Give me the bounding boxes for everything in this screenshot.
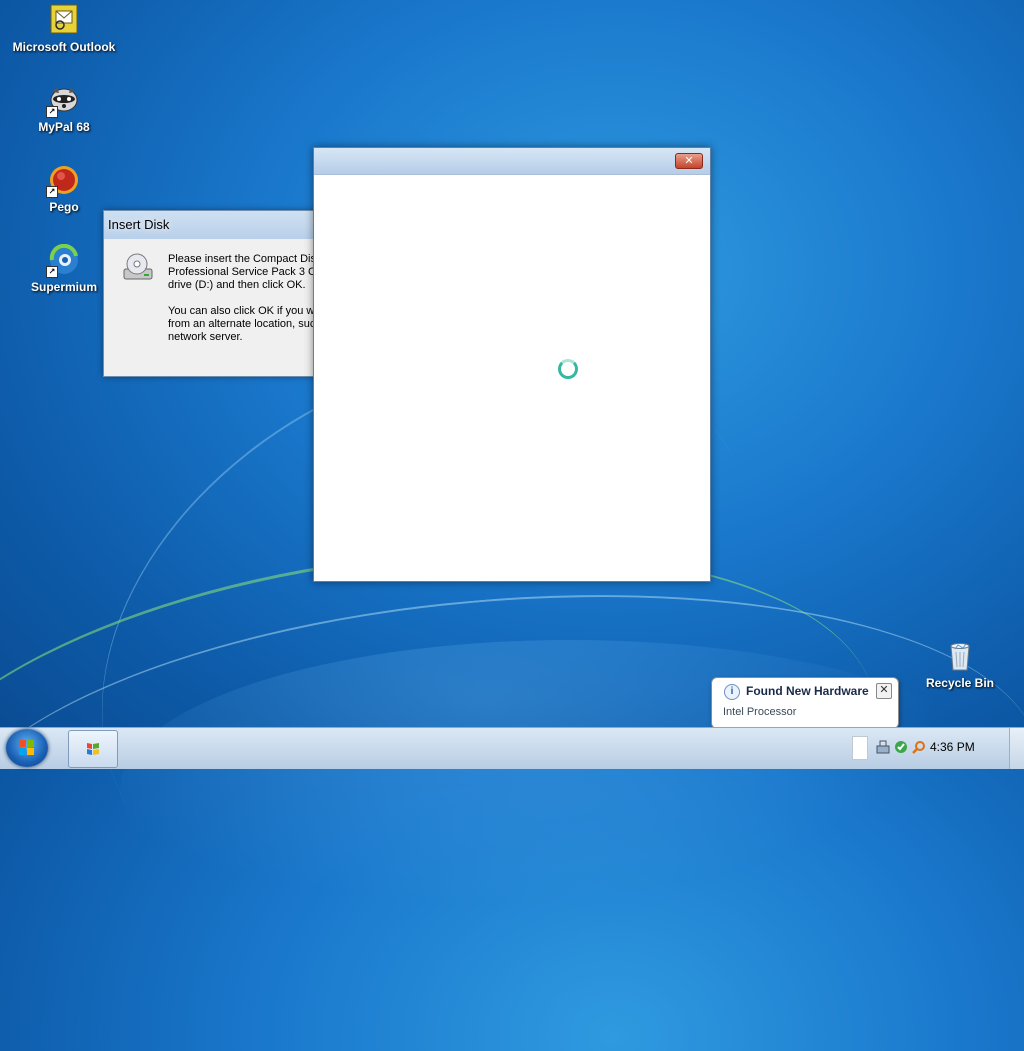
desktop-icon-label: MyPal 68 (38, 120, 90, 134)
dialog-line: drive (D:) and then click OK. (168, 279, 306, 291)
insert-disk-dialog: Insert Disk Please insert the Compact Di… (103, 210, 335, 377)
dialog-line: network server. (168, 331, 243, 343)
outlook-icon (48, 4, 80, 36)
app-icon (85, 741, 101, 757)
desktop-icon-outlook[interactable]: Microsoft Outlook (9, 4, 119, 54)
search-icon[interactable] (912, 740, 926, 754)
taskbar: 4:36 PM (0, 727, 1024, 769)
start-button[interactable] (6, 729, 48, 767)
dialog-line: from an alternate location, such (168, 318, 322, 330)
raccoon-icon: ↗ (46, 84, 80, 118)
shortcut-arrow-icon: ↗ (46, 266, 58, 278)
loading-spinner-icon (558, 359, 578, 379)
balloon-title: Found New Hardware (746, 684, 869, 698)
dialog-message: Please insert the Compact Disc Professio… (168, 253, 321, 344)
dialog-line-gap (168, 292, 321, 305)
cd-drive-icon (122, 251, 154, 283)
windows-logo-icon (19, 740, 35, 756)
wallpaper-swoosh (0, 552, 1024, 1050)
dialog-line: Professional Service Pack 3 C (168, 266, 316, 278)
found-new-hardware-balloon[interactable]: i Found New Hardware ✕ Intel Processor (711, 677, 899, 739)
desktop-icon-label: Microsoft Outlook (12, 40, 116, 54)
recycle-bin-label: Recycle Bin (925, 676, 995, 690)
info-icon: i (724, 684, 740, 700)
desktop-icon-mypal[interactable]: ↗ MyPal 68 (9, 84, 119, 134)
loading-window: ✕ (313, 147, 711, 582)
dialog-title[interactable]: Insert Disk (104, 211, 334, 239)
taskbar-clock[interactable]: 4:36 PM (930, 740, 975, 754)
tray-flag-icon[interactable] (852, 736, 868, 760)
recycle-bin-icon (944, 640, 976, 672)
balloon-close-button[interactable]: ✕ (876, 683, 892, 699)
shortcut-arrow-icon: ↗ (46, 106, 58, 118)
window-titlebar[interactable]: ✕ (314, 148, 710, 175)
security-shield-icon[interactable] (894, 740, 908, 754)
balloon-text: Intel Processor (723, 706, 797, 718)
supermium-icon: ↗ (46, 243, 80, 278)
show-desktop-button[interactable] (1009, 728, 1024, 769)
close-icon[interactable]: ✕ (675, 153, 703, 169)
shortcut-arrow-icon: ↗ (46, 186, 58, 198)
taskbar-app-button[interactable] (68, 730, 118, 768)
dialog-line: Please insert the Compact Disc (168, 253, 322, 265)
desktop-icon-recycle-bin[interactable]: Recycle Bin (912, 640, 1008, 690)
desktop-icon-pego[interactable]: ↗ Pego (9, 164, 119, 214)
pego-icon: ↗ (46, 164, 80, 198)
dialog-line: You can also click OK if you w (168, 305, 315, 317)
network-icon[interactable] (876, 740, 890, 754)
